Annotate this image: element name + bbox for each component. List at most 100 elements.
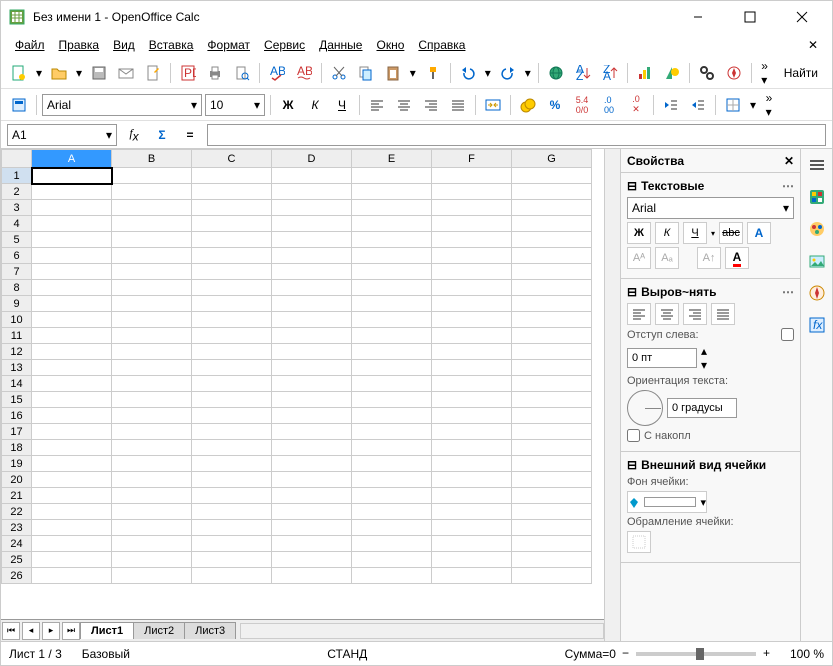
- cell[interactable]: [512, 360, 592, 376]
- cut-icon[interactable]: [327, 61, 351, 85]
- cell[interactable]: [432, 344, 512, 360]
- cell[interactable]: [112, 360, 192, 376]
- redo-icon[interactable]: [496, 61, 520, 85]
- row-header[interactable]: 17: [2, 424, 32, 440]
- align-left-icon[interactable]: [365, 93, 389, 117]
- cell[interactable]: [112, 264, 192, 280]
- section-menu-icon[interactable]: ⋯: [782, 285, 794, 299]
- cell[interactable]: [272, 184, 352, 200]
- align-justify-icon[interactable]: [446, 93, 470, 117]
- stack-checkbox[interactable]: [627, 429, 640, 442]
- cell[interactable]: [352, 440, 432, 456]
- cell[interactable]: [512, 296, 592, 312]
- cell[interactable]: [272, 552, 352, 568]
- equals-icon[interactable]: =: [179, 124, 201, 146]
- cell[interactable]: [432, 520, 512, 536]
- cell[interactable]: [272, 264, 352, 280]
- cell[interactable]: [352, 280, 432, 296]
- cell[interactable]: [32, 168, 112, 184]
- cell[interactable]: [112, 440, 192, 456]
- menu-view[interactable]: Вид: [107, 36, 141, 54]
- cell[interactable]: [32, 520, 112, 536]
- cell[interactable]: [352, 328, 432, 344]
- cell[interactable]: [192, 536, 272, 552]
- tab-prev-icon[interactable]: ◂: [22, 622, 40, 640]
- cell[interactable]: [32, 424, 112, 440]
- cell[interactable]: [192, 168, 272, 184]
- spreadsheet-grid[interactable]: ABCDEFG123456789101112131415161718192021…: [1, 149, 592, 584]
- cell[interactable]: [512, 200, 592, 216]
- side-superscript-button[interactable]: Aᴬ: [627, 247, 651, 269]
- col-header[interactable]: G: [512, 150, 592, 168]
- orientation-value-input[interactable]: [667, 398, 737, 418]
- cell[interactable]: [432, 408, 512, 424]
- edit-doc-icon[interactable]: [141, 61, 165, 85]
- side-align-left-icon[interactable]: [627, 303, 651, 325]
- row-header[interactable]: 4: [2, 216, 32, 232]
- cell[interactable]: [112, 168, 192, 184]
- cell[interactable]: [192, 456, 272, 472]
- cell[interactable]: [112, 328, 192, 344]
- row-header[interactable]: 16: [2, 408, 32, 424]
- side-align-right-icon[interactable]: [683, 303, 707, 325]
- cell[interactable]: [512, 280, 592, 296]
- format-paintbrush-icon[interactable]: [421, 61, 445, 85]
- row-header[interactable]: 23: [2, 520, 32, 536]
- cell[interactable]: [432, 504, 512, 520]
- collapse-icon[interactable]: ⊟: [627, 285, 637, 299]
- side-bold-button[interactable]: Ж: [627, 222, 651, 244]
- cell[interactable]: [272, 376, 352, 392]
- row-header[interactable]: 3: [2, 200, 32, 216]
- cell[interactable]: [32, 392, 112, 408]
- cell[interactable]: [192, 344, 272, 360]
- cell[interactable]: [192, 472, 272, 488]
- cell[interactable]: [352, 296, 432, 312]
- cell[interactable]: [432, 472, 512, 488]
- side-align-center-icon[interactable]: [655, 303, 679, 325]
- cell[interactable]: [272, 344, 352, 360]
- orientation-dial[interactable]: [627, 390, 663, 426]
- row-header[interactable]: 19: [2, 456, 32, 472]
- col-header[interactable]: D: [272, 150, 352, 168]
- cell[interactable]: [32, 472, 112, 488]
- cell[interactable]: [352, 520, 432, 536]
- cell[interactable]: [192, 328, 272, 344]
- menu-edit[interactable]: Правка: [53, 36, 106, 54]
- row-header[interactable]: 1: [2, 168, 32, 184]
- cell[interactable]: [112, 488, 192, 504]
- sidebar-properties-icon[interactable]: [805, 185, 829, 209]
- chart-icon[interactable]: [633, 61, 657, 85]
- side-font-color-button[interactable]: A: [725, 247, 749, 269]
- cell[interactable]: [192, 312, 272, 328]
- email-icon[interactable]: [114, 61, 138, 85]
- cell[interactable]: [32, 488, 112, 504]
- cell[interactable]: [112, 296, 192, 312]
- cell[interactable]: [272, 328, 352, 344]
- side-underline-button[interactable]: Ч: [683, 222, 707, 244]
- undo-icon[interactable]: [456, 61, 480, 85]
- cell[interactable]: [272, 536, 352, 552]
- font-name-combo[interactable]: Arial ▾: [42, 94, 202, 116]
- col-header[interactable]: E: [352, 150, 432, 168]
- cell[interactable]: [432, 296, 512, 312]
- zoom-slider[interactable]: [636, 652, 756, 656]
- currency-icon[interactable]: [516, 93, 540, 117]
- cell[interactable]: [432, 216, 512, 232]
- col-header[interactable]: F: [432, 150, 512, 168]
- sheet-tab[interactable]: Лист3: [184, 622, 236, 639]
- cell[interactable]: [512, 520, 592, 536]
- sidebar-styles-icon[interactable]: [805, 217, 829, 241]
- cell[interactable]: [512, 184, 592, 200]
- find-replace-icon[interactable]: [695, 61, 719, 85]
- print-icon[interactable]: [203, 61, 227, 85]
- cell[interactable]: [272, 280, 352, 296]
- side-shadow-button[interactable]: A: [747, 222, 771, 244]
- merge-cells-icon[interactable]: [481, 93, 505, 117]
- cell[interactable]: [432, 264, 512, 280]
- menu-data[interactable]: Данные: [313, 36, 368, 54]
- cell[interactable]: [432, 280, 512, 296]
- cell[interactable]: [192, 504, 272, 520]
- cell[interactable]: [512, 312, 592, 328]
- save-icon[interactable]: [87, 61, 111, 85]
- row-header[interactable]: 10: [2, 312, 32, 328]
